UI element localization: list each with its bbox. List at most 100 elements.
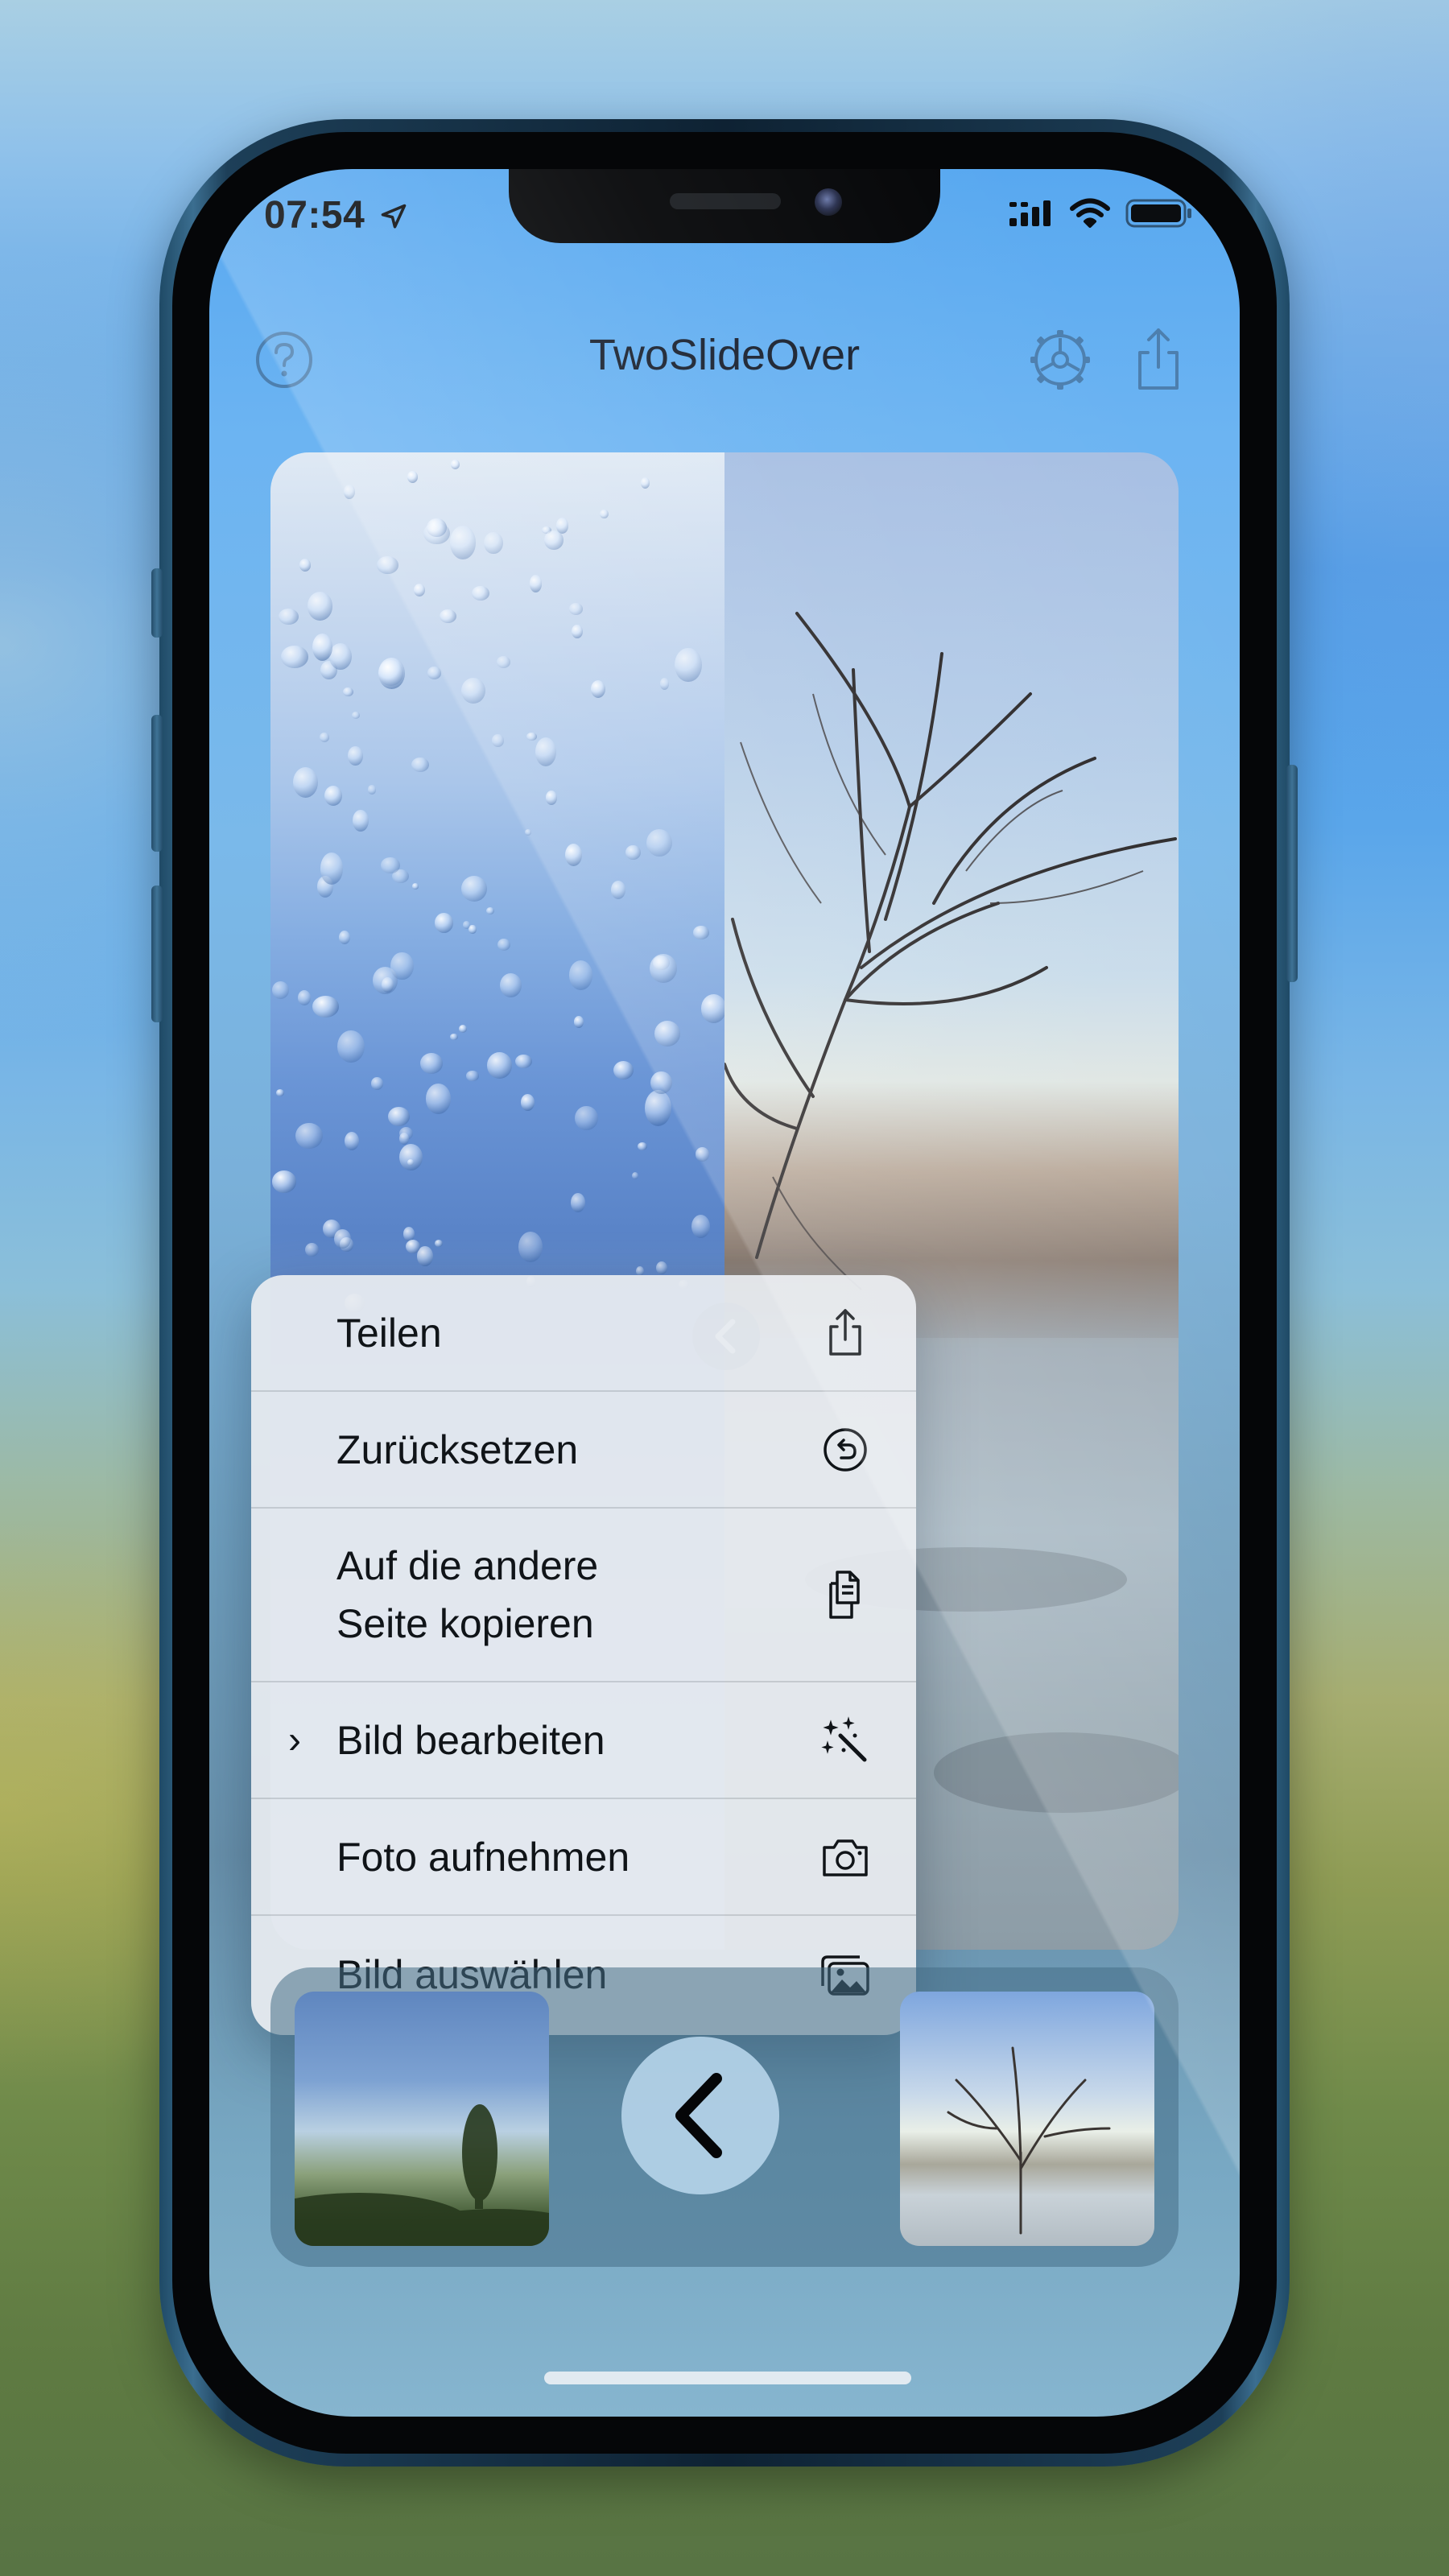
- raindrop: [644, 1090, 671, 1127]
- raindrop: [655, 1261, 667, 1275]
- raindrop: [471, 585, 489, 601]
- volume-down-button: [151, 886, 163, 1022]
- raindrop: [407, 470, 419, 483]
- wifi-icon: [1070, 198, 1110, 228]
- raindrop: [458, 1024, 467, 1033]
- chevron-right-icon: ›: [288, 1719, 301, 1761]
- tree-silhouette-drawing: [295, 2104, 549, 2246]
- raindrop: [492, 734, 504, 747]
- raindrop: [353, 810, 369, 832]
- raindrop: [377, 556, 398, 574]
- menu-item-label-line2: Seite kopieren: [336, 1601, 594, 1646]
- raindrop: [695, 1147, 709, 1162]
- raindrop: [411, 757, 430, 773]
- raindrop: [307, 591, 333, 621]
- raindrop: [449, 1033, 458, 1041]
- menu-item-label: Foto aufnehmen: [336, 1834, 630, 1880]
- menu-item-kopieren[interactable]: Auf die andere Seite kopieren: [251, 1509, 916, 1682]
- share-icon: [829, 1308, 861, 1356]
- raindrop: [515, 1055, 533, 1069]
- status-time: 07:54: [264, 193, 408, 237]
- raindrop: [591, 679, 606, 698]
- raindrop: [546, 791, 558, 805]
- raindrop: [371, 1077, 384, 1090]
- raindrop: [414, 583, 426, 597]
- swap-direction-button[interactable]: [621, 2037, 779, 2194]
- menu-item-zuruecksetzen[interactable]: Zurücksetzen: [251, 1392, 916, 1509]
- menu-item-bild-bearbeiten[interactable]: › Bild bearbeiten: [251, 1682, 916, 1799]
- raindrop: [329, 643, 353, 671]
- raindrop: [486, 1051, 512, 1079]
- raindrop: [299, 559, 312, 572]
- gear-icon[interactable]: [1024, 324, 1096, 396]
- raindrop: [599, 509, 609, 519]
- raindrop: [295, 1122, 323, 1150]
- menu-item-label: Auf die andere Seite kopieren: [336, 1537, 598, 1653]
- raindrop: [367, 785, 377, 795]
- raindrop: [334, 1228, 352, 1249]
- mute-switch: [151, 568, 163, 638]
- screen: 07:54 TwoSlideOver Teilen Zurücksetzen A…: [209, 169, 1240, 2417]
- raindrop: [569, 603, 583, 615]
- front-camera: [815, 188, 842, 216]
- raindrop: [631, 1171, 639, 1180]
- raindrop: [463, 921, 471, 930]
- raindrop: [348, 745, 363, 766]
- raindrop: [435, 1239, 444, 1247]
- raindrop: [565, 843, 583, 867]
- raindrop: [520, 1093, 535, 1111]
- raindrop: [402, 1227, 415, 1241]
- menu-item-label: Bild bearbeiten: [336, 1717, 605, 1763]
- raindrop: [411, 883, 419, 890]
- raindrop: [351, 712, 360, 719]
- raindrop: [610, 881, 625, 900]
- raindrop: [292, 767, 318, 799]
- raindrop: [417, 1246, 434, 1266]
- raindrop: [466, 1071, 479, 1081]
- raindrop: [344, 1131, 359, 1150]
- raindrop: [427, 666, 442, 679]
- raindrop: [280, 646, 308, 668]
- raindrop: [450, 459, 460, 469]
- notch: [509, 169, 940, 243]
- raindrop: [484, 531, 503, 555]
- raindrop: [271, 980, 289, 999]
- raindrop: [337, 1030, 365, 1063]
- reset-arrow-circle-icon: [824, 1427, 867, 1472]
- raindrop: [398, 1143, 423, 1170]
- menu-item-teilen[interactable]: Teilen: [251, 1275, 916, 1392]
- context-menu: Teilen Zurücksetzen Auf die andere Seite…: [251, 1275, 916, 2035]
- raindrop: [460, 875, 488, 902]
- raindrop: [278, 608, 299, 625]
- menu-item-label: Teilen: [336, 1310, 442, 1356]
- speaker-grille: [670, 193, 781, 209]
- raindrop: [319, 732, 329, 742]
- raindrop: [526, 732, 537, 741]
- raindrop: [343, 687, 353, 697]
- menu-item-label: Zurücksetzen: [336, 1426, 579, 1472]
- magic-wand-icon: [821, 1715, 867, 1761]
- left-thumbnail[interactable]: [295, 1992, 549, 2246]
- power-button: [1286, 765, 1298, 982]
- share-icon[interactable]: [1122, 324, 1195, 396]
- raindrop: [398, 1132, 410, 1145]
- raindrop: [275, 1089, 285, 1097]
- menu-item-foto-aufnehmen[interactable]: Foto aufnehmen: [251, 1799, 916, 1916]
- raindrop: [320, 852, 344, 886]
- raindrop: [312, 996, 340, 1018]
- raindrop: [675, 647, 702, 682]
- cellular-signal-icon: [1009, 200, 1051, 226]
- raindrop: [700, 994, 727, 1024]
- navigation-bar: TwoSlideOver: [209, 308, 1240, 396]
- raindrop: [568, 960, 593, 990]
- volume-up-button: [151, 715, 163, 852]
- home-indicator[interactable]: [544, 2372, 911, 2384]
- thumbnail-bar: [270, 1967, 1179, 2267]
- raindrop: [650, 953, 677, 983]
- raindrop: [691, 1215, 710, 1239]
- raindrop: [659, 678, 670, 690]
- right-thumbnail[interactable]: [900, 1992, 1154, 2246]
- status-indicators: [1008, 198, 1193, 229]
- location-arrow-icon: [381, 204, 407, 229]
- raindrop: [381, 977, 394, 993]
